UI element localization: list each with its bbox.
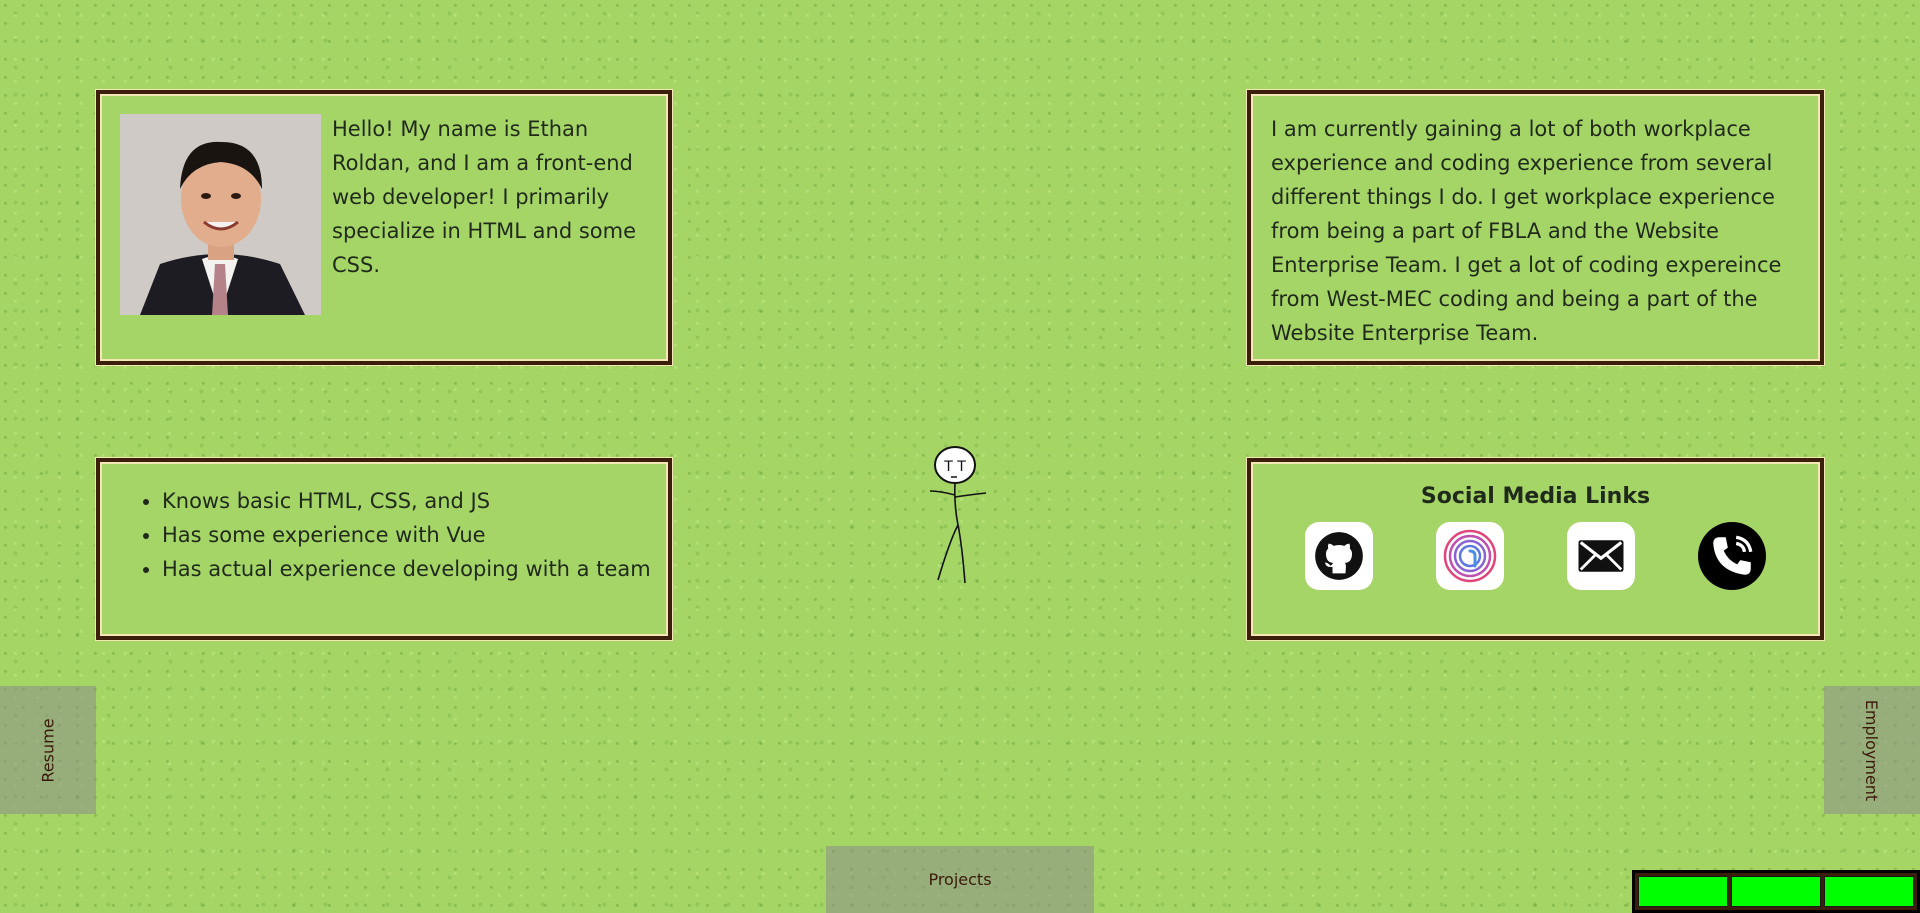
mail-icon	[1578, 540, 1624, 572]
profile-photo	[120, 114, 321, 315]
skills-panel: Knows basic HTML, CSS, and JS Has some e…	[96, 458, 672, 640]
skills-list: Knows basic HTML, CSS, and JS Has some e…	[140, 484, 658, 586]
list-item: Knows basic HTML, CSS, and JS	[162, 484, 658, 518]
resume-nav-label: Resume	[38, 717, 58, 783]
phone-link[interactable]	[1698, 522, 1766, 590]
social-title: Social Media Links	[1420, 484, 1651, 509]
fingerprint-icon	[1443, 529, 1497, 583]
list-item: Has some experience with Vue	[162, 518, 658, 552]
svg-text:T T: T T	[943, 459, 966, 475]
employment-nav-button[interactable]: Employment	[1824, 686, 1920, 814]
resume-nav-button[interactable]: Resume	[0, 686, 96, 814]
projects-nav-button[interactable]: Projects	[826, 846, 1094, 913]
health-segment	[1824, 876, 1914, 907]
social-links-row	[1305, 522, 1766, 590]
projects-nav-label: Projects	[928, 870, 992, 889]
email-link[interactable]	[1567, 522, 1635, 590]
list-item: Has actual experience developing with a …	[162, 552, 658, 586]
github-link[interactable]	[1305, 522, 1373, 590]
experience-text: I am currently gaining a lot of both wor…	[1271, 117, 1782, 345]
experience-panel: I am currently gaining a lot of both wor…	[1247, 90, 1824, 365]
fingerprint-link[interactable]	[1436, 522, 1504, 590]
about-text: Hello! My name is Ethan Roldan, and I am…	[332, 117, 637, 277]
github-icon	[1315, 532, 1363, 580]
phone-icon	[1713, 535, 1753, 575]
employment-nav-label: Employment	[1862, 699, 1882, 801]
health-segment	[1638, 876, 1728, 907]
health-bar	[1632, 870, 1920, 913]
about-panel: Hello! My name is Ethan Roldan, and I am…	[96, 90, 672, 365]
player-character: T T	[920, 445, 990, 590]
health-segment	[1731, 876, 1821, 907]
social-panel: Social Media Links	[1247, 458, 1824, 640]
